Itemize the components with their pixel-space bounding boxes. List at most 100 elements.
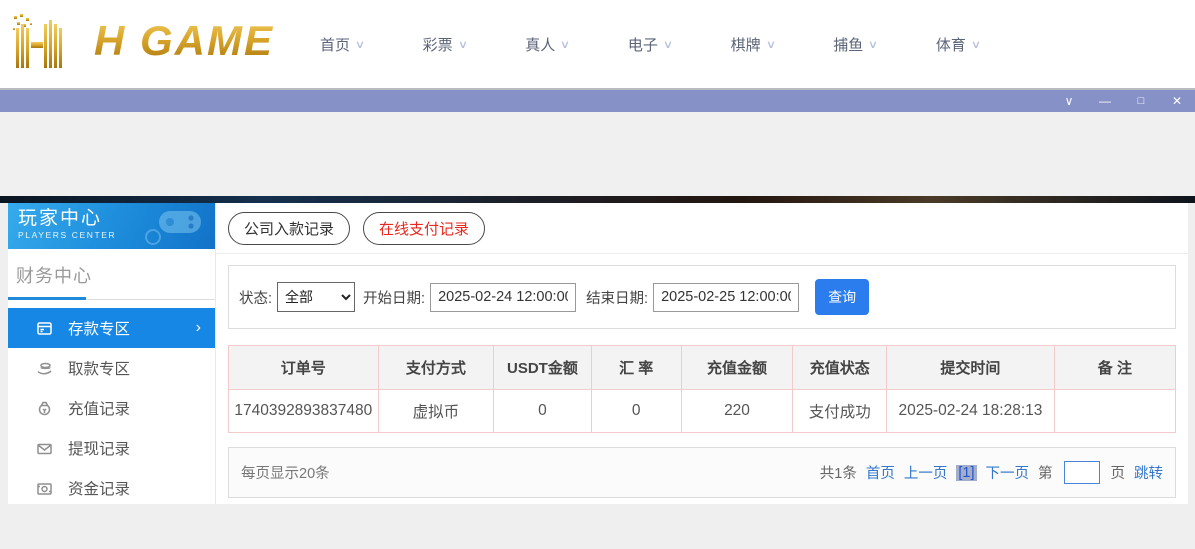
sidebar-item-withdraw-zone[interactable]: 取款专区 [8, 348, 215, 388]
chevron-down-icon: ∨ [355, 38, 365, 51]
total-count: 共1条 [820, 462, 857, 483]
sidebar-item-label: 充值记录 [68, 397, 130, 419]
close-icon[interactable]: ✕ [1169, 90, 1185, 112]
table-row: 1740392893837480 虚拟币 0 0 220 支付成功 2025-0… [229, 390, 1176, 433]
main-nav: 首页 ∨ 彩票 ∨ 真人 ∨ 电子 ∨ 棋牌 ∨ 捕鱼 ∨ [320, 0, 980, 88]
logo-text: H GAME [94, 17, 274, 65]
jump-button[interactable]: 跳转 [1134, 462, 1163, 483]
chevron-down-icon: ∨ [971, 38, 981, 51]
records-table: 订单号 支付方式 USDT金额 汇 率 充值金额 充值状态 提交时间 备 注 1… [228, 345, 1176, 433]
sidebar-item-label: 资金记录 [68, 477, 130, 499]
jump-suffix-label: 页 [1111, 462, 1126, 483]
sidebar: 玩家中心 PLAYERS CENTER 财务中心 [8, 203, 216, 504]
col-submit-time: 提交时间 [887, 346, 1055, 390]
sidebar-item-withdrawal-records[interactable]: 提现记录 [8, 428, 215, 468]
wallet-icon [36, 480, 53, 497]
sidebar-header: 玩家中心 PLAYERS CENTER [8, 203, 215, 249]
top-header: H GAME 首页 ∨ 彩票 ∨ 真人 ∨ 电子 ∨ 棋牌 ∨ [0, 0, 1195, 88]
logo-bars-icon [8, 12, 100, 70]
tab-online-payment-records[interactable]: 在线支付记录 [363, 212, 485, 245]
envelope-money-icon [36, 440, 53, 457]
cell-usdt-amount: 0 [494, 390, 592, 433]
content: 玩家中心 PLAYERS CENTER 财务中心 [8, 203, 1188, 504]
banner-bottom-strip [0, 196, 1195, 203]
tabs-row: 公司入款记录 在线支付记录 [216, 203, 1188, 254]
collapse-icon[interactable]: ∨ [1061, 90, 1077, 112]
right-gutter [1188, 203, 1195, 504]
table-header-row: 订单号 支付方式 USDT金额 汇 率 充值金额 充值状态 提交时间 备 注 [229, 346, 1176, 390]
sidebar-section-label: 财务中心 [8, 249, 215, 297]
cell-pay-method: 虚拟币 [378, 390, 494, 433]
minimize-icon[interactable]: — [1097, 90, 1113, 112]
current-page: [1] [956, 465, 976, 481]
section-underline [8, 297, 215, 300]
nav-label: 捕鱼 [833, 34, 863, 55]
nav-item-home[interactable]: 首页 ∨ [320, 34, 364, 55]
chevron-down-icon: ∨ [765, 38, 775, 51]
first-page-link[interactable]: 首页 [866, 462, 895, 483]
prev-page-link[interactable]: 上一页 [904, 462, 948, 483]
chevron-down-icon: ∨ [868, 38, 878, 51]
jump-prefix-label: 第 [1038, 462, 1053, 483]
banner-area [0, 112, 1195, 196]
cell-recharge-amount: 220 [681, 390, 793, 433]
status-select[interactable]: 全部 [277, 282, 355, 312]
nav-item-slots[interactable]: 电子 ∨ [628, 34, 672, 55]
sidebar-item-label: 存款专区 [68, 317, 130, 339]
maximize-icon[interactable]: □ [1133, 90, 1149, 112]
chevron-right-icon: › [196, 319, 201, 337]
end-date-label: 结束日期: [586, 287, 648, 308]
page-jump-input[interactable] [1064, 461, 1100, 484]
filter-bar: 状态: 全部 开始日期: 结束日期: 查询 [228, 265, 1176, 329]
nav-item-fishing[interactable]: 捕鱼 ∨ [833, 34, 877, 55]
col-pay-method: 支付方式 [378, 346, 494, 390]
sidebar-menu: 存款专区 › 取款专区 充值记录 [8, 308, 215, 508]
money-bag-icon [36, 400, 53, 417]
nav-item-sports[interactable]: 体育 ∨ [936, 34, 980, 55]
col-usdt-amount: USDT金额 [494, 346, 592, 390]
col-exchange-rate: 汇 率 [591, 346, 681, 390]
next-page-link[interactable]: 下一页 [986, 462, 1030, 483]
main-panel: 公司入款记录 在线支付记录 状态: 全部 开始日期: 结束日期: 查询 [216, 203, 1188, 504]
tab-company-deposit-records[interactable]: 公司入款记录 [228, 212, 350, 245]
footer-area [0, 504, 1195, 549]
nav-item-chess[interactable]: 棋牌 ∨ [731, 34, 775, 55]
col-recharge-status: 充值状态 [793, 346, 887, 390]
nav-item-lottery[interactable]: 彩票 ∨ [423, 34, 467, 55]
per-page-label: 每页显示20条 [241, 462, 330, 483]
nav-label: 体育 [936, 34, 966, 55]
nav-label: 首页 [320, 34, 350, 55]
status-label: 状态: [239, 287, 272, 308]
pagination-bar: 每页显示20条 共1条 首页 上一页 [1] 下一页 第 页 跳转 [228, 447, 1176, 498]
deposit-card-icon [36, 320, 53, 337]
sidebar-item-recharge-records[interactable]: 充值记录 [8, 388, 215, 428]
sidebar-item-funds-records[interactable]: 资金记录 [8, 468, 215, 508]
col-order-id: 订单号 [229, 346, 379, 390]
end-date-input[interactable] [653, 283, 799, 312]
nav-label: 电子 [628, 34, 658, 55]
pager: 共1条 首页 上一页 [1] 下一页 第 页 跳转 [820, 461, 1163, 484]
nav-label: 彩票 [423, 34, 453, 55]
cell-submit-time: 2025-02-24 18:28:13 [887, 390, 1055, 433]
sidebar-item-label: 提现记录 [68, 437, 130, 459]
chevron-down-icon: ∨ [560, 38, 570, 51]
nav-item-live[interactable]: 真人 ∨ [525, 34, 569, 55]
nav-label: 真人 [525, 34, 555, 55]
cell-remark [1054, 390, 1175, 433]
nav-label: 棋牌 [731, 34, 761, 55]
page: H GAME 首页 ∨ 彩票 ∨ 真人 ∨ 电子 ∨ 棋牌 ∨ [0, 0, 1195, 549]
sidebar-item-label: 取款专区 [68, 357, 130, 379]
sidebar-item-deposit-zone[interactable]: 存款专区 › [8, 308, 215, 348]
search-button[interactable]: 查询 [815, 279, 869, 315]
window-title-bar: ∨ — □ ✕ [0, 90, 1195, 112]
col-recharge-amount: 充值金额 [681, 346, 793, 390]
cell-order-id: 1740392893837480 [229, 390, 379, 433]
start-date-input[interactable] [430, 283, 576, 312]
brand-logo[interactable]: H GAME [8, 12, 274, 70]
start-date-label: 开始日期: [363, 287, 425, 308]
cell-recharge-status: 支付成功 [793, 390, 887, 433]
gamepad-icon [143, 207, 207, 247]
hand-coins-icon [36, 360, 53, 377]
cell-exchange-rate: 0 [591, 390, 681, 433]
chevron-down-icon: ∨ [663, 38, 673, 51]
